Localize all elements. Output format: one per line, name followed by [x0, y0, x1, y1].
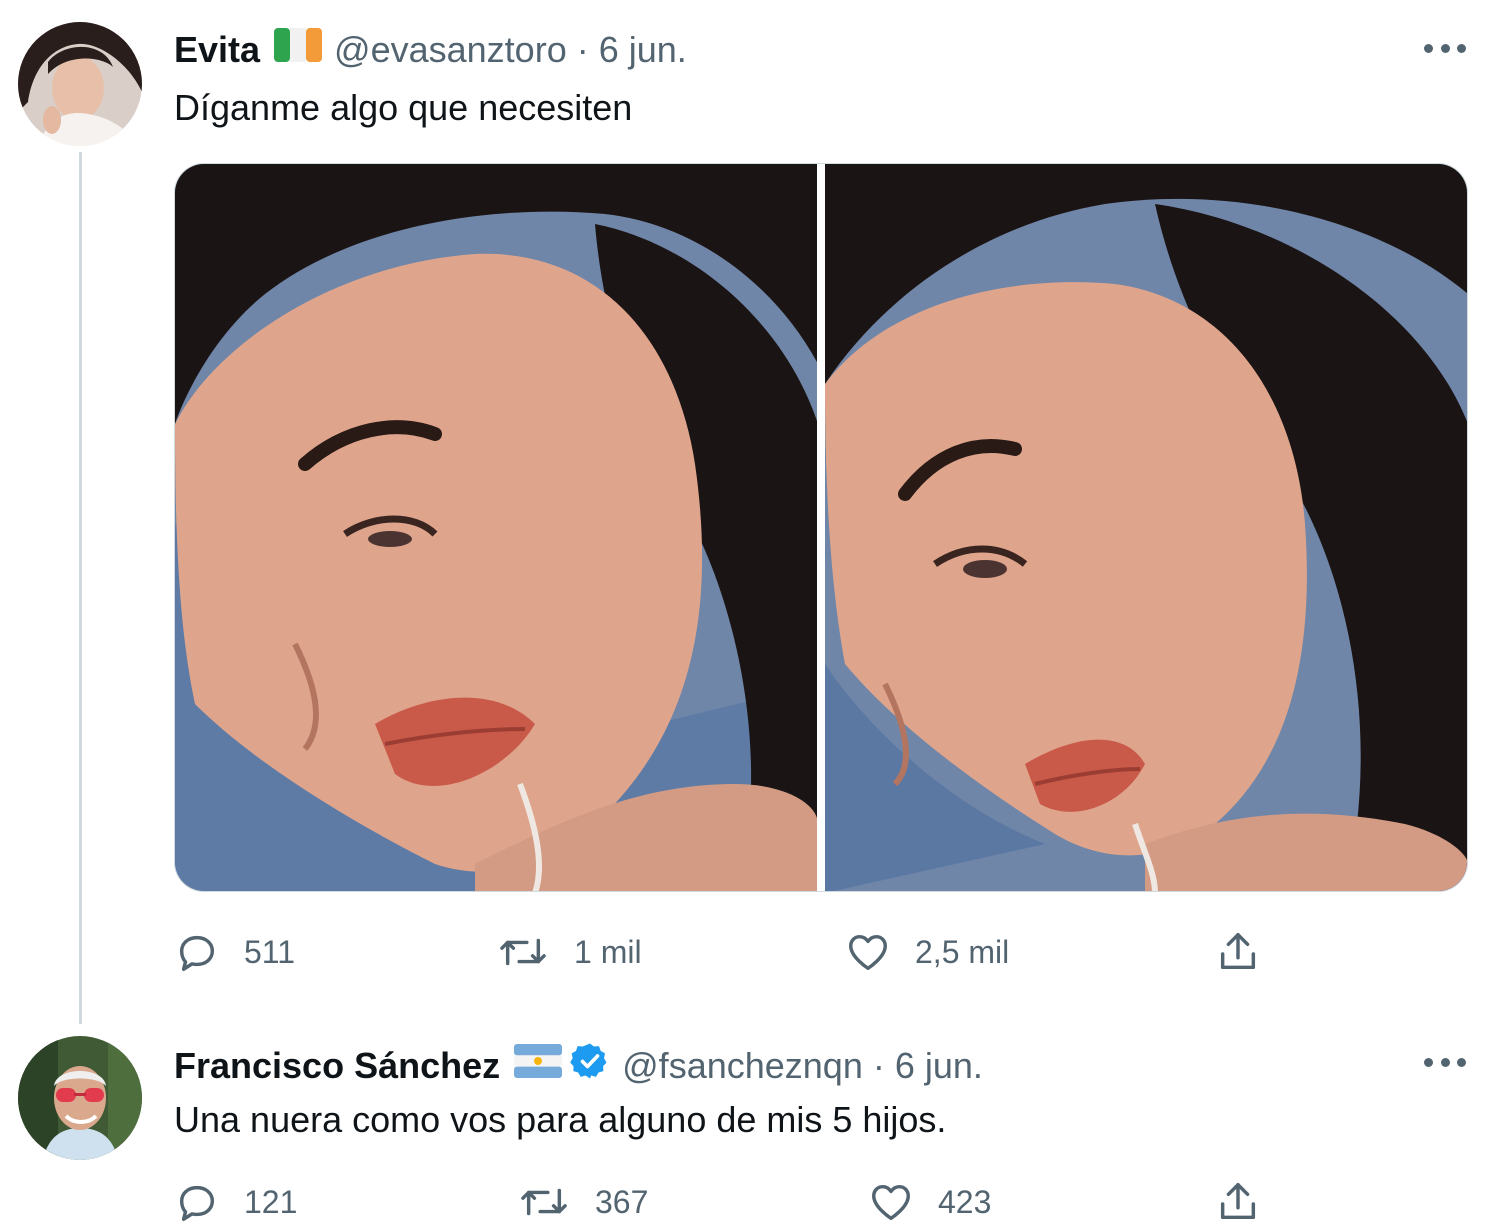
avatar[interactable]: [18, 22, 142, 146]
photo-selfie-right[interactable]: [825, 164, 1467, 891]
author-name[interactable]: Evita: [174, 28, 260, 72]
media-grid: [174, 163, 1468, 892]
heart-icon: [845, 929, 891, 975]
reply-button[interactable]: 511: [174, 922, 295, 982]
tweet[interactable]: Evita @evasanztoro · 6 jun. Díganme algo…: [0, 0, 1500, 1024]
reply-count: 511: [244, 933, 296, 970]
retweet-button[interactable]: 367: [517, 1172, 648, 1225]
avatar[interactable]: [18, 1036, 142, 1160]
more-options-icon[interactable]: [1420, 1040, 1470, 1084]
share-icon: [1214, 1179, 1262, 1225]
retweet-count: 367: [595, 1183, 649, 1220]
tweet-text: Una nuera como vos para alguno de mis 5 …: [174, 1099, 947, 1140]
share-button[interactable]: [1214, 922, 1262, 982]
retweet-icon: [496, 929, 550, 975]
tweet[interactable]: Francisco Sánchez @fsancheznqn · 6 jun. …: [0, 1010, 1500, 1225]
author-handle[interactable]: @fsancheznqn: [622, 1044, 863, 1088]
retweet-button[interactable]: 1 mil: [496, 922, 642, 982]
verified-badge-icon: [570, 1041, 610, 1091]
more-options-icon[interactable]: [1420, 26, 1470, 70]
action-bar: 121 367 423: [0, 1172, 1500, 1225]
reply-icon: [174, 1179, 220, 1225]
heart-icon: [868, 1179, 914, 1225]
tweet-header: Francisco Sánchez @fsancheznqn · 6 jun.: [174, 1041, 983, 1091]
thread-line: [79, 152, 82, 1024]
like-count: 2,5 mil: [915, 933, 1010, 970]
share-button[interactable]: [1214, 1172, 1262, 1225]
retweet-count: 1 mil: [574, 933, 642, 970]
reply-button[interactable]: 121: [174, 1172, 297, 1225]
tweet-date[interactable]: 6 jun.: [895, 1044, 983, 1088]
like-button[interactable]: 2,5 mil: [845, 922, 1009, 982]
like-button[interactable]: 423: [868, 1172, 991, 1225]
reply-icon: [174, 929, 220, 975]
reply-count: 121: [244, 1183, 298, 1220]
tweet-date[interactable]: 6 jun.: [599, 28, 687, 72]
author-name[interactable]: Francisco Sánchez: [174, 1044, 500, 1088]
like-count: 423: [938, 1183, 992, 1220]
share-icon: [1214, 929, 1262, 975]
separator-dot: ·: [872, 1045, 885, 1086]
argentina-flag-icon: [514, 1044, 563, 1088]
action-bar: 511 1 mil 2,5 mil: [0, 922, 1500, 982]
retweet-icon: [517, 1179, 571, 1225]
separator-dot: ·: [576, 29, 589, 70]
photo-selfie-left[interactable]: [175, 164, 817, 891]
author-handle[interactable]: @evasanztoro: [334, 28, 567, 72]
tweet-header: Evita @evasanztoro · 6 jun.: [174, 28, 687, 72]
tweet-text: Díganme algo que necesiten: [174, 87, 633, 128]
irish-flag-icon: [274, 28, 323, 72]
